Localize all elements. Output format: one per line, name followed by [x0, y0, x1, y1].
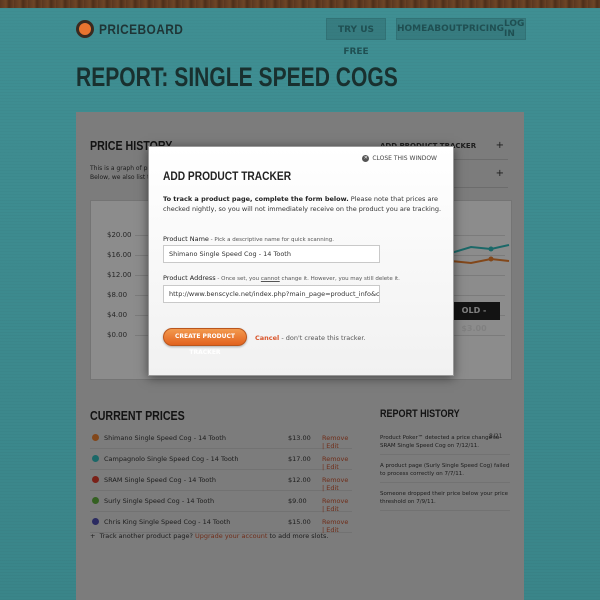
- product-name-label-text: Product Name: [163, 235, 209, 243]
- wood-top-bar: [0, 0, 600, 8]
- product-name-label: Product Name - Pick a descriptive name f…: [163, 235, 334, 243]
- page-title: REPORT: SINGLE SPEED COGS: [76, 62, 398, 92]
- create-tracker-button[interactable]: CREATE PRODUCT TRACKER: [163, 328, 247, 356]
- main-nav: HOME ABOUT PRICING LOG IN: [396, 18, 526, 40]
- product-address-hint-a: - Once set, you: [215, 276, 261, 282]
- close-window-link[interactable]: ✕ CLOSE THIS WINDOW: [362, 155, 437, 162]
- product-name-input[interactable]: Shimano Single Speed Cog - 14 Tooth: [163, 245, 380, 263]
- try-us-free-button[interactable]: TRY US FREE: [326, 18, 386, 57]
- modal-intro: To track a product page, complete the fo…: [163, 194, 445, 214]
- product-address-hint-cannot: cannot: [260, 276, 280, 282]
- nav-pricing[interactable]: PRICING: [462, 24, 504, 34]
- modal-title: ADD PRODUCT TRACKER: [163, 169, 292, 183]
- nav-login[interactable]: LOG IN: [504, 19, 525, 39]
- intro-bold: To track a product page, complete the fo…: [163, 195, 349, 203]
- close-label: CLOSE THIS WINDOW: [372, 155, 437, 162]
- add-product-tracker-modal: ✕ CLOSE THIS WINDOW ADD PRODUCT TRACKER …: [148, 146, 454, 376]
- top-navigation: PRICEBOARD TRY US FREE HOME ABOUT PRICIN…: [76, 18, 526, 57]
- brand-logo[interactable]: PRICEBOARD: [76, 20, 198, 38]
- nav-home[interactable]: HOME: [397, 24, 427, 34]
- product-address-label: Product Address - Once set, you cannot c…: [163, 274, 400, 282]
- brand-name: PRICEBOARD: [99, 21, 184, 37]
- nav-about[interactable]: ABOUT: [427, 24, 462, 34]
- logo-icon: [76, 20, 94, 38]
- product-address-input[interactable]: http://www.benscycle.net/index.php?main_…: [163, 285, 380, 303]
- cancel-row: Cancel - don't create this tracker.: [255, 334, 365, 342]
- close-icon: ✕: [362, 155, 370, 162]
- cancel-suffix: - don't create this tracker.: [279, 334, 366, 342]
- product-name-hint: - Pick a descriptive name for quick scan…: [208, 237, 334, 243]
- product-address-hint-b: change it. However, you may still delete…: [279, 276, 400, 282]
- product-address-label-text: Product Address: [163, 274, 216, 282]
- cancel-link[interactable]: Cancel: [255, 334, 279, 342]
